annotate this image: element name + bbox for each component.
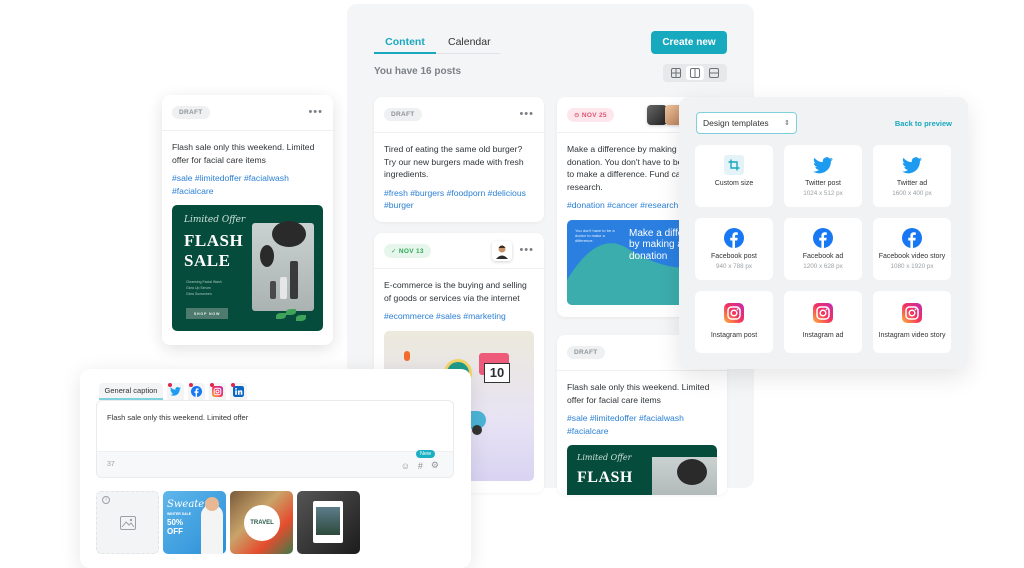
avatar: [492, 241, 512, 261]
post-image: Limited Offer FLASH SALE Cleansing Facia…: [172, 205, 323, 331]
facebook-icon: [191, 386, 202, 397]
ai-assist-icon[interactable]: ⚙ New: [415, 450, 439, 471]
columns-view-button[interactable]: [685, 66, 704, 80]
post-card[interactable]: DRAFT ••• Flash sale only this weekend. …: [162, 95, 333, 345]
post-hashtags: #sale #limitedoffer #facialwash #facialc…: [567, 413, 684, 436]
status-badge: DRAFT: [172, 106, 210, 119]
select-arrows-icon: ⇕: [784, 120, 790, 127]
person-avatar-icon: [496, 245, 508, 259]
facebook-icon: [724, 228, 744, 248]
template-twitter-post[interactable]: Twitter post 1024 x 512 px: [784, 145, 862, 207]
create-new-button[interactable]: Create new: [651, 31, 727, 54]
tab-instagram[interactable]: [209, 383, 226, 400]
twitter-icon: [902, 155, 922, 175]
app-stage: Content Calendar Create new You have 16 …: [0, 0, 1024, 568]
status-badge: DRAFT: [567, 346, 605, 359]
posts-count: You have 16 posts: [374, 66, 462, 77]
post-hashtags: #sale #limitedoffer #facialwash #facialc…: [172, 173, 289, 196]
alert-dot: [168, 383, 172, 387]
post-image: Limited Offer FLASH: [567, 445, 717, 495]
rows-icon: [709, 68, 720, 78]
emoji-icon[interactable]: ☺: [401, 461, 410, 471]
grid-view-button[interactable]: [667, 66, 685, 80]
more-options-icon[interactable]: •••: [519, 244, 534, 256]
error-icon: ⊝: [574, 111, 582, 119]
media-list: i Sweater WINTER SALE 50% OFF TRAVEL: [96, 491, 360, 554]
character-count: 37: [107, 461, 115, 468]
more-options-icon[interactable]: •••: [519, 108, 534, 120]
status-badge: ⊝ NOV 25: [567, 107, 614, 122]
rows-view-button[interactable]: [705, 66, 723, 80]
twitter-icon: [813, 155, 833, 175]
status-badge: ✓ NOV 13: [384, 243, 431, 258]
grid-icon: [670, 68, 681, 78]
caption-textarea[interactable]: Flash sale only this weekend. Limited of…: [96, 400, 454, 478]
post-card[interactable]: DRAFT ••• Tired of eating the same old b…: [374, 97, 544, 222]
tab-calendar[interactable]: Calendar: [448, 32, 491, 54]
media-thumbnail[interactable]: [297, 491, 360, 554]
post-text: Flash sale only this weekend. Limited of…: [567, 382, 710, 405]
media-thumbnail[interactable]: Sweater WINTER SALE 50% OFF: [163, 491, 226, 554]
alert-dot: [210, 383, 214, 387]
tab-twitter[interactable]: [167, 383, 184, 400]
columns-icon: [689, 68, 700, 78]
facebook-icon: [902, 228, 922, 248]
caption-network-tabs: General caption: [99, 383, 247, 400]
post-text: Tired of eating the same old burger? Try…: [384, 144, 524, 179]
status-badge: DRAFT: [384, 108, 422, 121]
hashtag-icon[interactable]: #: [418, 461, 423, 471]
instagram-icon: [212, 386, 223, 397]
post-hashtags: #fresh #burgers #foodporn #delicious #bu…: [384, 187, 526, 211]
info-icon: i: [102, 496, 110, 504]
new-badge: New: [415, 450, 435, 458]
instagram-icon: [813, 303, 833, 323]
image-placeholder-icon: [120, 516, 136, 530]
template-facebook-post[interactable]: Facebook post 940 x 788 px: [695, 218, 773, 280]
template-custom-size[interactable]: Custom size: [695, 145, 773, 207]
template-instagram-post[interactable]: Instagram post: [695, 291, 773, 353]
caption-footer: 37 ☺ # ⚙ New: [97, 450, 453, 477]
more-options-icon[interactable]: •••: [308, 106, 323, 118]
template-instagram-ad[interactable]: Instagram ad: [784, 291, 862, 353]
tab-linkedin[interactable]: [230, 383, 247, 400]
alert-dot: [231, 383, 235, 387]
linkedin-icon: [233, 386, 244, 397]
media-placeholder[interactable]: i: [96, 491, 159, 554]
post-text: Flash sale only this weekend. Limited of…: [172, 142, 315, 165]
crop-icon: [724, 155, 744, 175]
template-instagram-video-story[interactable]: Instagram video story: [873, 291, 951, 353]
content-tabs: Content Calendar: [374, 32, 500, 54]
post-text: E-commerce is the buying and selling of …: [384, 280, 527, 303]
tab-content[interactable]: Content: [374, 32, 436, 54]
caption-tools: ☺ # ⚙ New: [401, 450, 439, 471]
tab-facebook[interactable]: [188, 383, 205, 400]
back-to-preview-link[interactable]: Back to preview: [895, 119, 952, 128]
caption-editor: General caption Flash sale only this wee…: [80, 369, 471, 568]
view-toggle: [663, 64, 727, 82]
shop-now-button: SHOP NOW: [186, 308, 228, 319]
alert-dot: [189, 383, 193, 387]
tab-general-caption[interactable]: General caption: [99, 383, 163, 400]
instagram-icon: [902, 303, 922, 323]
template-facebook-ad[interactable]: Facebook ad 1200 x 628 px: [784, 218, 862, 280]
facebook-icon: [813, 228, 833, 248]
check-icon: ✓: [391, 247, 399, 255]
post-hashtags: #ecommerce #sales #marketing: [384, 311, 506, 321]
avatar: [647, 105, 667, 125]
template-type-select[interactable]: Design templates ⇕: [696, 112, 797, 134]
twitter-icon: [170, 387, 181, 396]
media-thumbnail[interactable]: TRAVEL: [230, 491, 293, 554]
template-facebook-video-story[interactable]: Facebook video story 1080 x 1920 px: [873, 218, 951, 280]
instagram-icon: [724, 303, 744, 323]
template-twitter-ad[interactable]: Twitter ad 1600 x 400 px: [873, 145, 951, 207]
bullet-list: Cleansing Facial Wash Glow Up Serum Glow…: [186, 280, 222, 296]
template-grid: Custom size Twitter post 1024 x 512 px T…: [695, 145, 951, 353]
design-templates-panel: Design templates ⇕ Back to preview Custo…: [679, 97, 968, 369]
